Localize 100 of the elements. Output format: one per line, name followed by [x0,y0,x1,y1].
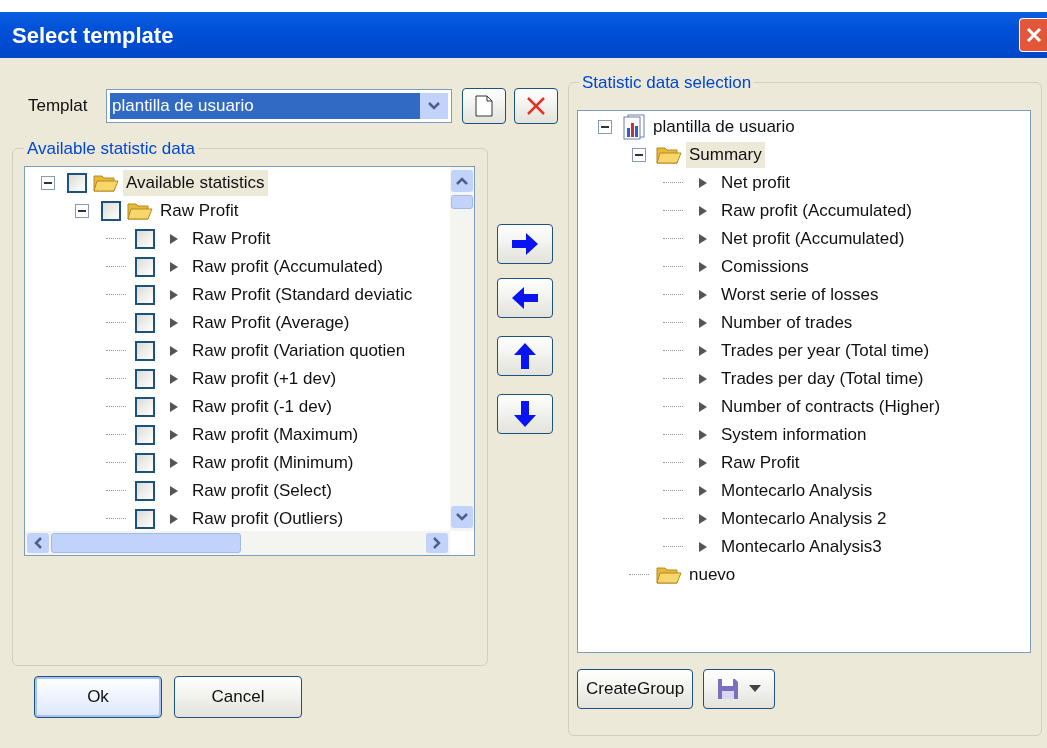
dialog-button[interactable]: Cancel [174,676,302,718]
tree-item[interactable]: Worst serie of losses [718,281,882,308]
folder-icon [656,144,682,165]
triangle-icon [698,456,708,469]
checkbox[interactable] [135,228,155,249]
tree-item[interactable]: Net profit (Accumulated) [718,225,908,252]
horizontal-scrollbar[interactable] [25,530,450,555]
vertical-scrollbar[interactable] [450,166,474,531]
triangle-icon [169,428,179,441]
close-button[interactable] [1019,18,1047,52]
triangle-icon [698,428,708,441]
checkbox[interactable] [135,424,155,445]
arrow-right-icon [511,232,539,256]
arrow-up-icon [513,342,537,370]
tree-item[interactable]: Raw profit (Select) [189,477,335,504]
triangle-icon [169,232,179,245]
scrollbar-thumb[interactable] [51,532,241,553]
triangle-icon [698,512,708,525]
triangle-icon [698,288,708,301]
tree-item[interactable]: Comissions [718,253,812,280]
tree-item[interactable]: nuevo [686,561,739,588]
checkbox[interactable] [135,368,155,389]
tree-item[interactable]: Summary [686,141,765,168]
delete-template-button[interactable] [514,88,558,124]
triangle-icon [698,316,708,329]
collapse-icon[interactable] [632,147,646,162]
checkbox[interactable] [135,312,155,333]
template-label: Templat [28,95,89,118]
tree-item[interactable]: Net profit [718,169,793,196]
triangle-icon [169,260,179,273]
checkbox[interactable] [101,200,121,221]
folder-icon [93,172,119,193]
move-button[interactable] [497,336,553,376]
collapse-icon[interactable] [75,203,89,218]
triangle-icon [169,344,179,357]
tree-item[interactable]: Raw Profit [189,225,274,252]
tree-item[interactable]: Trades per day (Total time) [718,365,927,392]
tree-item[interactable]: Available statistics [123,169,268,196]
collapse-icon[interactable] [598,119,612,134]
chart-document-icon [622,113,646,140]
tree-item[interactable]: Montecarlo Analysis3 [718,533,885,560]
tree-item[interactable]: Trades per year (Total time) [718,337,933,364]
save-dropdown-button[interactable] [703,668,776,709]
tree-item[interactable]: Raw profit (Accumulated) [189,253,386,280]
tree-item[interactable]: Number of contracts (Higher) [718,393,944,420]
template-dropdown[interactable]: plantilla de usuario [106,89,452,123]
triangle-icon [698,400,708,413]
tree-item[interactable]: Raw profit (Accumulated) [718,197,915,224]
tree-item[interactable]: Raw profit (Outliers) [189,505,347,531]
document-icon [475,95,493,117]
checkbox[interactable] [135,480,155,501]
close-icon [1025,27,1042,43]
checkbox[interactable] [135,508,155,529]
tree-item[interactable]: Raw profit (Maximum) [189,421,362,448]
checkbox[interactable] [135,256,155,277]
triangle-icon [169,400,179,413]
dialog-button[interactable]: Ok [34,676,162,718]
tree-item[interactable]: Raw profit (Minimum) [189,449,357,476]
triangle-icon [169,512,179,525]
checkbox[interactable] [67,172,87,193]
chevron-down-icon [428,102,440,110]
window-title: Select template [12,21,174,50]
create-group-button[interactable]: CreateGroup [577,668,694,709]
folder-icon [656,564,682,585]
triangle-icon [698,484,708,497]
caret-icon [749,685,762,692]
tree-item[interactable]: Montecarlo Analysis 2 [718,505,890,532]
checkbox[interactable] [135,284,155,305]
chevron-left-icon [34,536,42,549]
tree-item[interactable]: Raw profit (-1 dev) [189,393,335,420]
triangle-icon [698,540,708,553]
tree-item[interactable]: Raw Profit (Average) [189,309,353,336]
arrow-down-icon [513,400,537,428]
tree-item[interactable]: Montecarlo Analysis [718,477,876,504]
new-template-button[interactable] [462,88,506,124]
checkbox[interactable] [135,452,155,473]
move-button[interactable] [497,394,553,434]
tree-item[interactable]: Number of trades [718,309,856,336]
tree-item[interactable]: Raw profit (Variation quotien [189,337,409,364]
triangle-icon [169,456,179,469]
checkbox[interactable] [135,396,155,417]
triangle-icon [169,372,179,385]
checkbox[interactable] [135,340,155,361]
tree-item[interactable]: Raw profit (+1 dev) [189,365,340,392]
panel-legend: Available statistic data [24,136,198,162]
chevron-down-icon [456,512,468,521]
scrollbar-thumb[interactable] [451,194,473,209]
collapse-icon[interactable] [41,175,55,190]
triangle-icon [698,372,708,385]
chevron-up-icon [456,176,468,185]
move-button[interactable] [497,224,553,264]
triangle-icon [698,232,708,245]
tree-item[interactable]: Raw Profit [157,197,242,224]
move-button[interactable] [497,278,553,318]
triangle-icon [698,260,708,273]
tree-item[interactable]: System information [718,421,870,448]
tree-item[interactable]: Raw Profit (Standard deviatic [189,281,416,308]
tree-item[interactable]: Raw Profit [718,449,803,476]
arrow-left-icon [511,286,539,310]
tree-item[interactable]: plantilla de usuario [650,113,798,140]
